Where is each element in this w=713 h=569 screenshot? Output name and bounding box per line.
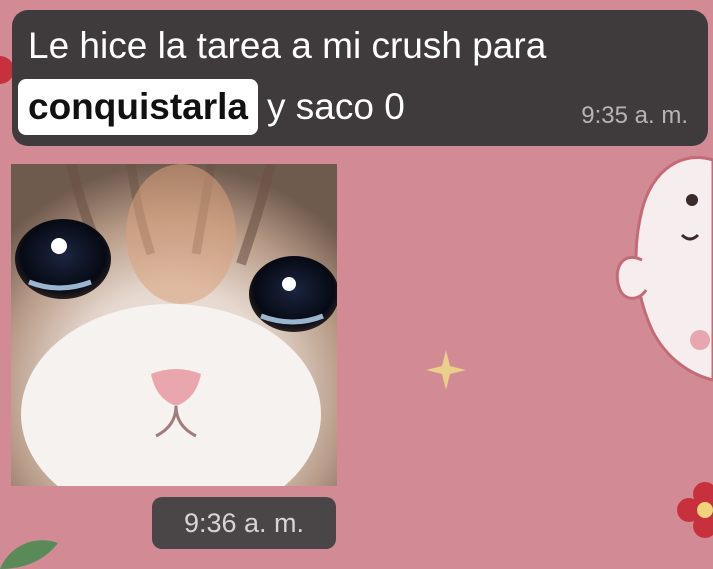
message-text-line2: conquistarla y saco 0 — [18, 78, 405, 136]
flower-decoration — [677, 482, 713, 538]
highlighted-word: conquistarla — [18, 79, 258, 135]
sparkle-decoration — [426, 350, 466, 390]
text-message-bubble[interactable]: Le hice la tarea a mi crush para conquis… — [12, 10, 708, 146]
leaf-decoration — [0, 540, 58, 569]
cartoon-character-decoration — [615, 155, 713, 382]
cat-photo-illustration — [11, 164, 337, 486]
image-timestamp: 9:36 a. m. — [152, 497, 336, 549]
message-text-rest: y saco 0 — [267, 86, 405, 127]
crying-cat-image[interactable] — [11, 164, 337, 486]
message-timestamp: 9:35 a. m. — [581, 102, 688, 129]
message-text-line1: Le hice la tarea a mi crush para — [28, 25, 547, 66]
